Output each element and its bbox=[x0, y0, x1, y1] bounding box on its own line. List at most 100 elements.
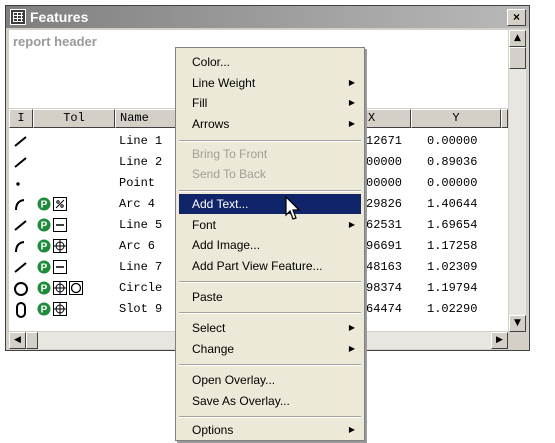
feature-name: Slot 9 bbox=[119, 302, 163, 316]
menu-item-open-overlay[interactable]: Open Overlay... bbox=[179, 370, 361, 390]
feature-name: Line 1 bbox=[119, 134, 163, 148]
vertical-scrollbar[interactable]: ▲ ▼ bbox=[509, 30, 526, 332]
x-value: 96691 bbox=[366, 239, 403, 253]
y-value: 1.40644 bbox=[427, 197, 478, 211]
profile-icon bbox=[53, 197, 67, 216]
menu-item-label: Select bbox=[192, 321, 226, 335]
menu-item-label: Add Text... bbox=[192, 197, 249, 211]
feature-name: Line 2 bbox=[119, 155, 163, 169]
submenu-arrow-icon: ▶ bbox=[348, 119, 355, 128]
menu-item-send-to-back: Send To Back bbox=[179, 164, 361, 184]
menu-item-change[interactable]: Change ▶ bbox=[179, 339, 361, 359]
menu-item-arrows[interactable]: Arrows ▶ bbox=[179, 114, 361, 134]
menu-item-label: Arrows bbox=[192, 117, 230, 131]
menu-item-font[interactable]: Font ▶ bbox=[179, 215, 361, 235]
submenu-arrow-icon: ▶ bbox=[348, 78, 355, 87]
column-header-name[interactable]: Name bbox=[115, 109, 177, 128]
submenu-arrow-icon: ▶ bbox=[348, 220, 355, 229]
menu-item-label: Font bbox=[192, 218, 217, 232]
scroll-thumb[interactable] bbox=[509, 47, 526, 69]
scroll-up-arrow-icon[interactable]: ▲ bbox=[509, 30, 526, 47]
feature-name: Arc 6 bbox=[119, 239, 156, 253]
menu-item-label: Bring To Front bbox=[192, 147, 268, 161]
p-badge-icon: P bbox=[37, 260, 51, 279]
column-header-y[interactable]: Y bbox=[411, 109, 501, 128]
menu-separator bbox=[179, 312, 361, 314]
column-header-i[interactable]: I bbox=[9, 109, 33, 128]
x-value: 98374 bbox=[366, 281, 403, 295]
y-value: 1.02290 bbox=[427, 302, 478, 316]
menu-item-color[interactable]: Color... bbox=[179, 52, 361, 72]
svg-text:P: P bbox=[41, 305, 48, 316]
x-value: 64474 bbox=[366, 302, 403, 316]
h-scroll-thumb[interactable] bbox=[26, 332, 38, 349]
position-icon bbox=[53, 281, 67, 300]
circularity-icon bbox=[69, 281, 83, 300]
scroll-down-arrow-icon[interactable]: ▼ bbox=[509, 315, 526, 332]
svg-text:P: P bbox=[41, 242, 48, 253]
column-header-filler bbox=[501, 109, 508, 128]
y-value: 0.89036 bbox=[427, 155, 478, 169]
position-icon bbox=[53, 302, 67, 321]
menu-item-select[interactable]: Select ▶ bbox=[179, 318, 361, 338]
menu-item-label: Change bbox=[192, 342, 235, 356]
menu-item-label: Fill bbox=[192, 96, 208, 110]
svg-text:P: P bbox=[41, 284, 48, 295]
svg-text:P: P bbox=[41, 263, 48, 274]
x-value: 00000 bbox=[366, 155, 403, 169]
x-value: 48163 bbox=[366, 260, 403, 274]
menu-item-paste[interactable]: Paste bbox=[179, 287, 361, 307]
menu-separator bbox=[179, 281, 361, 283]
menu-item-add-text[interactable]: Add Text... bbox=[179, 194, 361, 214]
feature-name: Line 5 bbox=[119, 218, 163, 232]
column-header-tol[interactable]: Tol bbox=[33, 109, 115, 128]
menu-item-bring-to-front: Bring To Front bbox=[179, 144, 361, 164]
menu-item-label: Save As Overlay... bbox=[192, 394, 290, 408]
menu-separator bbox=[179, 364, 361, 366]
menu-item-label: Line Weight bbox=[192, 76, 256, 90]
column-header-x[interactable]: X bbox=[363, 109, 411, 128]
menu-item-add-image[interactable]: Add Image... bbox=[179, 235, 361, 255]
scroll-right-arrow-icon[interactable]: ▶ bbox=[491, 332, 508, 349]
feature-name: Arc 4 bbox=[119, 197, 156, 211]
report-header-label: report header bbox=[13, 34, 97, 49]
feature-name: Circle bbox=[119, 281, 163, 295]
y-value: 1.69654 bbox=[427, 218, 478, 232]
x-value: 62531 bbox=[366, 218, 403, 232]
x-value: 00000 bbox=[366, 176, 403, 190]
menu-item-label: Add Part View Feature... bbox=[192, 259, 323, 273]
menu-item-line-weight[interactable]: Line Weight ▶ bbox=[179, 73, 361, 93]
scroll-left-arrow-icon[interactable]: ◀ bbox=[9, 332, 26, 349]
mouse-pointer-icon bbox=[285, 196, 301, 220]
position-icon bbox=[53, 239, 67, 258]
y-value: 1.19794 bbox=[427, 281, 478, 295]
submenu-arrow-icon: ▶ bbox=[348, 323, 355, 332]
menu-item-label: Open Overlay... bbox=[192, 373, 276, 387]
p-badge-icon: P bbox=[37, 218, 51, 237]
submenu-arrow-icon: ▶ bbox=[348, 344, 355, 353]
menu-item-options[interactable]: Options ▶ bbox=[179, 420, 361, 440]
menu-item-label: Paste bbox=[192, 290, 223, 304]
feature-name: Line 7 bbox=[119, 260, 163, 274]
title-bar[interactable]: Features × bbox=[6, 6, 529, 28]
menu-separator bbox=[179, 140, 361, 142]
table-icon bbox=[10, 9, 26, 25]
x-value: 12671 bbox=[366, 134, 403, 148]
menu-item-add-part-view-feature[interactable]: Add Part View Feature... bbox=[179, 256, 361, 276]
menu-item-fill[interactable]: Fill ▶ bbox=[179, 93, 361, 113]
y-value: 0.00000 bbox=[427, 134, 478, 148]
x-value: 29826 bbox=[366, 197, 403, 211]
menu-item-save-as-overlay[interactable]: Save As Overlay... bbox=[179, 391, 361, 411]
p-badge-icon: P bbox=[37, 239, 51, 258]
slot-icon bbox=[12, 300, 30, 323]
menu-item-label: Add Image... bbox=[192, 238, 261, 252]
submenu-arrow-icon: ▶ bbox=[348, 98, 355, 107]
menu-item-label: Color... bbox=[192, 55, 231, 69]
context-menu: Color... Line Weight ▶ Fill ▶ Arrows ▶ Bring To… bbox=[175, 47, 365, 441]
menu-item-label: Options bbox=[192, 423, 234, 437]
p-badge-icon: P bbox=[37, 197, 51, 216]
close-button[interactable]: × bbox=[507, 9, 526, 26]
submenu-arrow-icon: ▶ bbox=[348, 425, 355, 434]
svg-text:P: P bbox=[41, 200, 48, 211]
straightness-icon bbox=[53, 218, 67, 237]
